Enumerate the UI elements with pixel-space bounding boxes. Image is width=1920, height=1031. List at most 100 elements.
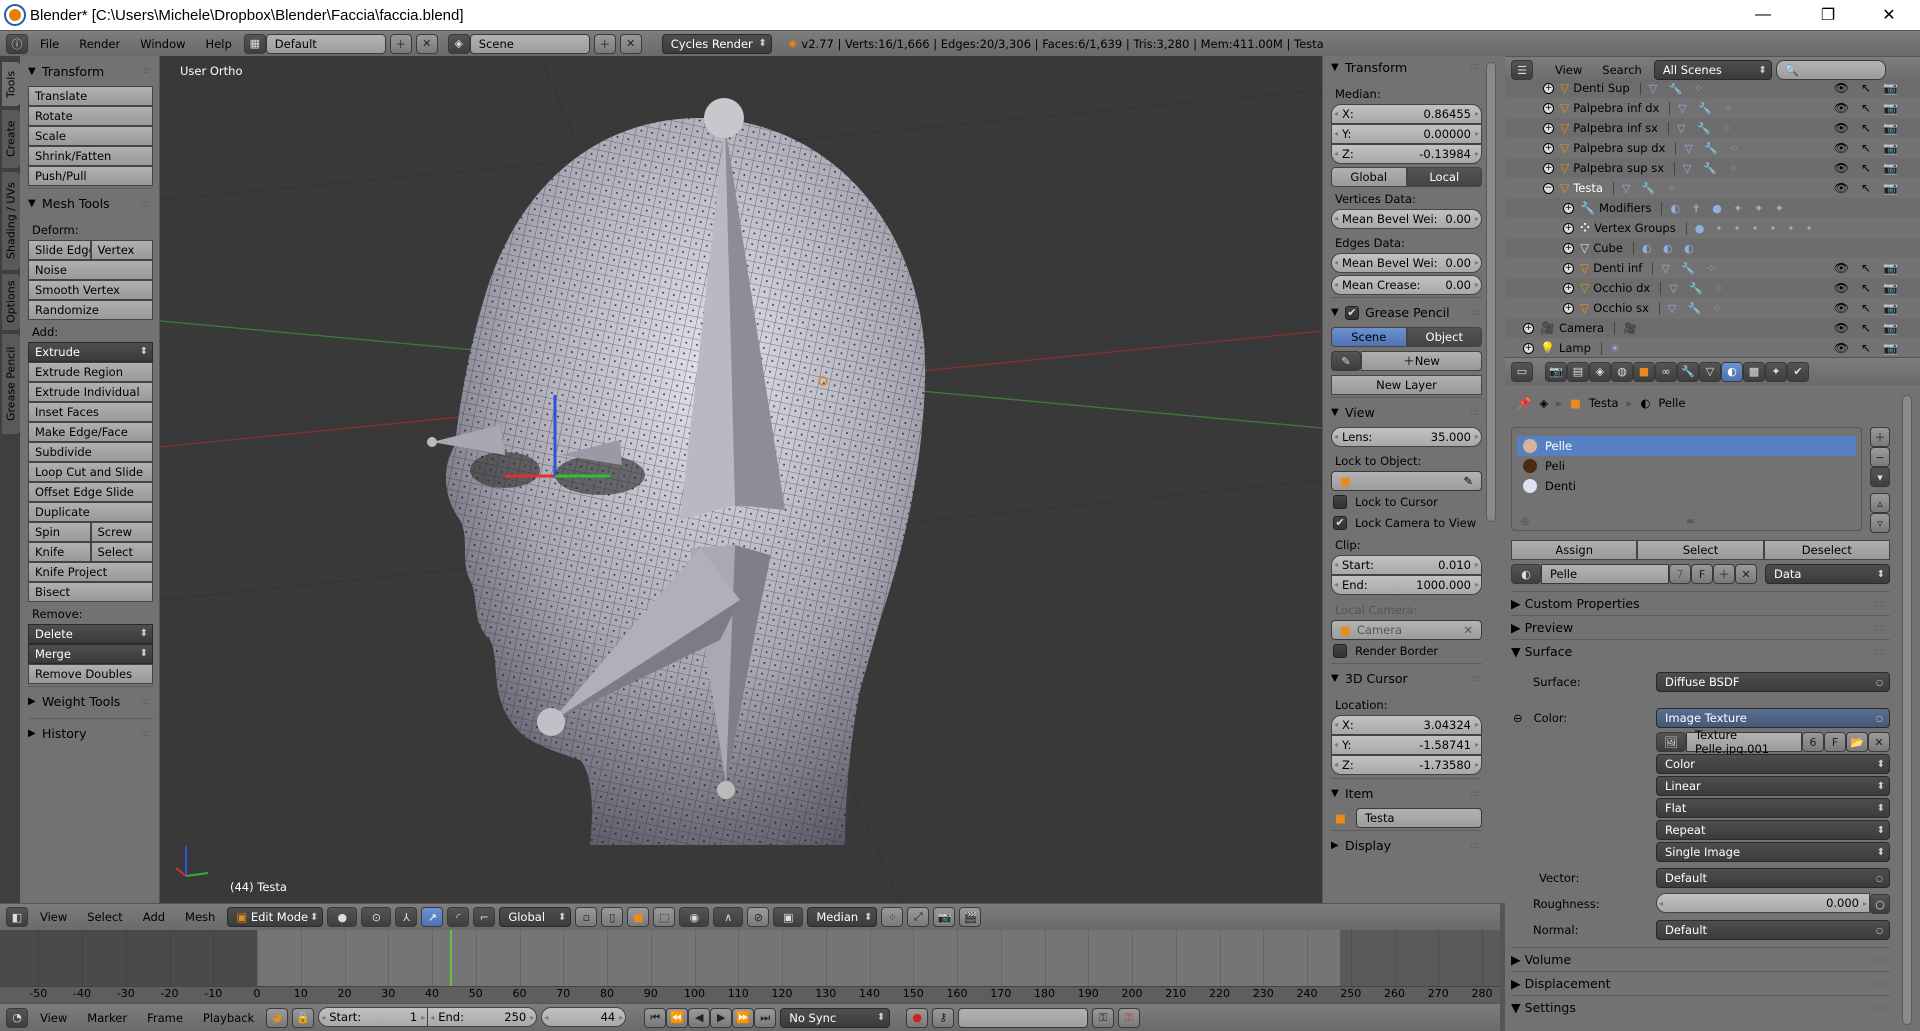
expand-icon[interactable]: + xyxy=(1543,142,1554,154)
new-button[interactable]: ＋ New xyxy=(1361,350,1482,371)
object-name-field[interactable]: Testa xyxy=(1355,808,1482,828)
outliner-item-name[interactable]: Testa xyxy=(1573,181,1603,195)
timeline-ruler[interactable]: -50 -40 -30 -20 -10 0 10 20 30 40 50 60 70 80 90 100 110… xyxy=(0,986,1500,1003)
3d-viewport[interactable]: User Ortho (44) Testa xyxy=(160,56,1322,903)
selectability-cursor-icon[interactable]: ↖ xyxy=(1861,301,1871,315)
jump-end-icon[interactable]: ⏭ xyxy=(754,1007,777,1028)
area-divider[interactable] xyxy=(1500,903,1505,1031)
checkbox-icon[interactable] xyxy=(1333,494,1347,509)
outliner-item-name[interactable]: Cube xyxy=(1593,241,1623,255)
linear-dropdown[interactable]: Linear xyxy=(1656,776,1890,796)
drag-grip-icon[interactable]: :::: xyxy=(1470,308,1479,318)
visibility-eye-icon[interactable]: 👁 xyxy=(1834,321,1849,335)
start-frame-field[interactable]: Start:1 xyxy=(318,1007,429,1027)
list-resize-grip-icon[interactable]: ═ xyxy=(1687,514,1694,528)
global-toggle[interactable]: Global xyxy=(1331,167,1407,187)
drag-grip-icon[interactable]: :::: xyxy=(1470,408,1479,418)
expand-icon[interactable]: + xyxy=(1563,302,1574,314)
drag-grip-icon[interactable]: :::: xyxy=(1470,789,1479,799)
jump-keyframe-forward-icon[interactable]: ⏩ xyxy=(732,1007,755,1028)
material-slot-list[interactable]: Pelle Peli Denti ═ ⊕ xyxy=(1511,427,1862,531)
renderability-camera-icon[interactable]: 📷 xyxy=(1883,101,1898,115)
vector-dropdown[interactable]: Default xyxy=(1656,868,1890,888)
drag-grip-icon[interactable]: :::: xyxy=(141,66,150,76)
color-dropdown[interactable]: Color xyxy=(1656,754,1890,774)
inset-faces-button[interactable]: Inset Faces xyxy=(28,401,153,422)
expand-icon[interactable]: + xyxy=(1563,262,1574,274)
outliner-row-lamp[interactable]: + 💡 Lamp ☀ 👁 ↖ 📷 xyxy=(1505,338,1920,357)
jump-keyframe-back-icon[interactable]: ⏪ xyxy=(666,1007,689,1028)
panel-header-display[interactable]: ▶ Display:::: xyxy=(1331,830,1482,860)
edge-select-icon[interactable]: ▯ xyxy=(601,907,624,927)
pivot-point-icon[interactable]: ⊙ xyxy=(361,907,392,927)
renderability-camera-icon[interactable]: 📷 xyxy=(1883,261,1898,275)
rotate-button[interactable]: Rotate xyxy=(28,105,153,126)
tab-options[interactable]: Options xyxy=(2,274,20,330)
expand-icon[interactable]: + xyxy=(1563,202,1574,214)
close-button[interactable]: ✕ xyxy=(1866,0,1912,30)
visibility-eye-icon[interactable]: 👁 xyxy=(1834,261,1849,275)
current-frame-field[interactable]: 44 xyxy=(541,1007,627,1027)
loop-cut-and-slide-button[interactable]: Loop Cut and Slide xyxy=(28,461,153,482)
panel-settings[interactable]: ▼ Settings:::: xyxy=(1511,995,1890,1019)
renderability-camera-icon[interactable]: 📷 xyxy=(1883,181,1898,195)
outliner-row-modifiers[interactable]: + 🔧 Modifiers ◐ ✝ ● ✦ ✦ ✦ xyxy=(1505,198,1920,218)
flat-dropdown[interactable]: Flat xyxy=(1656,798,1890,818)
visibility-eye-icon[interactable]: 👁 xyxy=(1834,121,1849,135)
rotate-manipulator-icon[interactable]: ◜ xyxy=(447,907,470,927)
object-tab-icon[interactable]: ■ xyxy=(1633,361,1655,382)
checkbox-icon[interactable] xyxy=(1333,643,1347,658)
3d-menu-select[interactable]: Select xyxy=(79,910,130,924)
panel-surface[interactable]: ▼ Surface:::: xyxy=(1511,639,1890,663)
end-field[interactable]: End: 1000.000 xyxy=(1331,574,1482,595)
panel-header-3d-cursor[interactable]: ▼ 3D Cursor:::: xyxy=(1331,663,1482,693)
outliner-row-occhio-sx[interactable]: + ▽ Occhio sx ▽ 🔧 ⁘ 👁 ↖ 📷 xyxy=(1505,298,1920,318)
panel-header-transform[interactable]: ▼ Transform:::: xyxy=(1331,52,1482,82)
sync-dropdown[interactable]: No Sync xyxy=(780,1007,891,1028)
x-field[interactable]: X: 0.86455 xyxy=(1331,103,1482,124)
drag-grip-icon[interactable]: :::: xyxy=(1470,62,1479,72)
timeline[interactable]: -50 -40 -30 -20 -10 0 10 20 30 40 50 60 70 80 90 100 110… xyxy=(0,930,1500,1003)
roughness-slider[interactable]: 0.000 xyxy=(1656,893,1870,913)
outliner-menu-search[interactable]: Search xyxy=(1594,63,1650,77)
outliner-row-palpebra-inf-dx[interactable]: + ▽ Palpebra inf dx ▽ 🔧 ⁘ 👁 ↖ 📷 xyxy=(1505,98,1920,118)
assign-button[interactable]: Assign xyxy=(1511,539,1638,560)
face-select-icon[interactable]: ■ xyxy=(627,907,650,927)
outliner-item-name[interactable]: Lamp xyxy=(1559,341,1591,355)
collapse-icon[interactable]: − xyxy=(1543,182,1554,194)
clear-icon[interactable]: ✕ xyxy=(1463,623,1473,637)
timeline-menu-playback[interactable]: Playback xyxy=(195,1011,262,1025)
texture-tab-icon[interactable]: ▩ xyxy=(1743,361,1765,382)
tab-create[interactable]: Create xyxy=(2,110,20,168)
renderability-camera-icon[interactable]: 📷 xyxy=(1883,281,1898,295)
vertex-select-icon[interactable]: ▫ xyxy=(575,907,598,927)
outliner-row-palpebra-inf-sx[interactable]: + ▽ Palpebra inf sx ▽ 🔧 ⁘ 👁 ↖ 📷 xyxy=(1505,118,1920,138)
falloff-icon[interactable]: ∧ xyxy=(713,907,744,927)
outliner-row-palpebra-sup-dx[interactable]: + ▽ Palpebra sup dx ▽ 🔧 ⁘ 👁 ↖ 📷 xyxy=(1505,138,1920,158)
make-edge-face-button[interactable]: Make Edge/Face xyxy=(28,421,153,442)
mean-bevel-wei-field[interactable]: Mean Bevel Wei: 0.00 xyxy=(1331,208,1482,229)
translate-manipulator-icon[interactable]: ↗ xyxy=(421,907,444,927)
object-field[interactable]: ■ ✎ xyxy=(1331,471,1482,491)
image-browse-icon[interactable]: 🖼 xyxy=(1656,732,1686,752)
add-scene-icon[interactable]: ＋ xyxy=(593,33,616,54)
duplicate-button[interactable]: Duplicate xyxy=(28,501,153,522)
outliner-display-dropdown[interactable]: All Scenes xyxy=(1653,60,1772,80)
image-fake-user-button[interactable]: F xyxy=(1824,732,1846,752)
z-field[interactable]: Z: -0.13984 xyxy=(1331,143,1482,164)
normal-dropdown[interactable]: Default xyxy=(1656,920,1890,940)
add-slot-button[interactable]: ＋ xyxy=(1870,427,1890,447)
z-field[interactable]: Z: -1.73580 xyxy=(1331,754,1482,775)
record-icon[interactable]: ● xyxy=(906,1007,929,1028)
select-button[interactable]: Select xyxy=(90,541,153,562)
preview-range-icon[interactable]: ◕ xyxy=(266,1007,289,1028)
modifiers-tab-icon[interactable]: 🔧 xyxy=(1677,361,1699,382)
panel-custom-properties[interactable]: ▶ Custom Properties:::: xyxy=(1511,591,1890,615)
play-reverse-icon[interactable]: ◀ xyxy=(688,1007,711,1028)
play-icon[interactable]: ▶ xyxy=(710,1007,733,1028)
selectability-cursor-icon[interactable]: ↖ xyxy=(1861,321,1871,335)
scene-icon[interactable]: ◈ xyxy=(447,33,470,54)
outliner-row-camera[interactable]: + 🎥 Camera 🎥 👁 ↖ 📷 xyxy=(1505,318,1920,338)
outliner-editor-type-icon[interactable]: ☰ xyxy=(1511,60,1533,80)
list-filter-icon[interactable]: ⊕ xyxy=(1520,514,1530,528)
